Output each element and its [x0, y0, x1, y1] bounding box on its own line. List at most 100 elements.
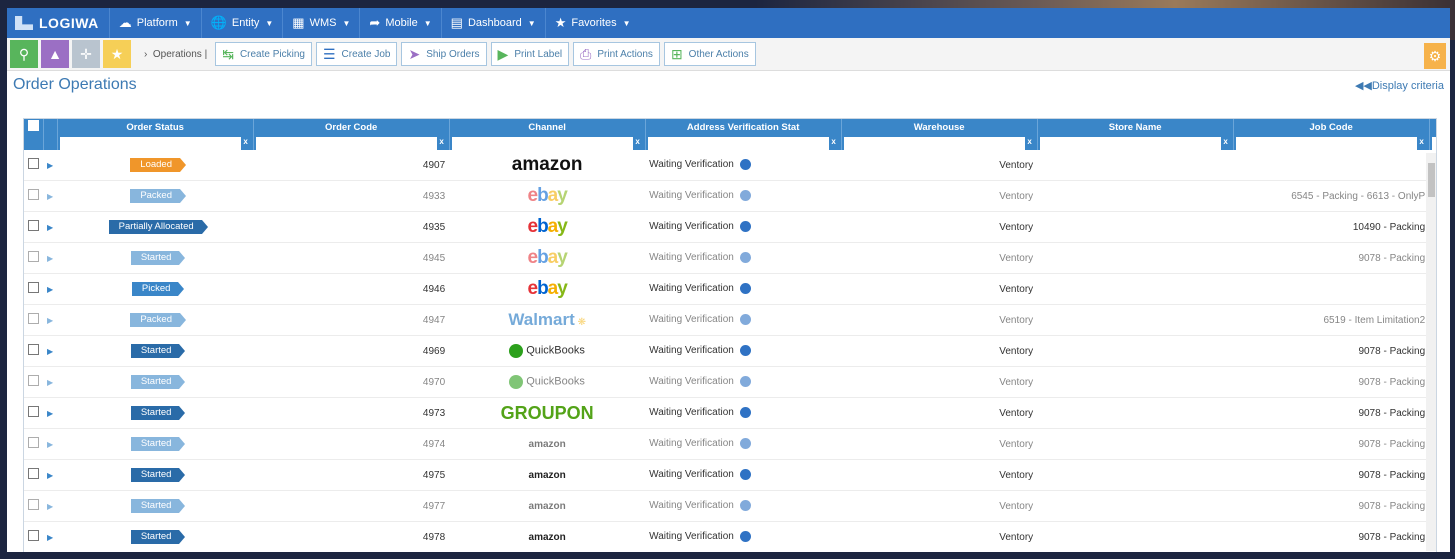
row-checkbox[interactable]	[28, 158, 39, 169]
table-row[interactable]: ▶ Started 4977 amazon Waiting Verification Ve…	[24, 490, 1436, 522]
ship-orders-button[interactable]: ➤ Ship Orders	[401, 42, 487, 66]
menu-label: WMS	[309, 17, 337, 29]
verification-text: Waiting Verification	[649, 314, 734, 326]
expand-row-icon[interactable]: ▶	[47, 378, 53, 387]
menu-platform[interactable]: ☁ Platform ▼	[108, 8, 201, 38]
expand-row-icon[interactable]: ▶	[47, 533, 53, 542]
expand-row-icon[interactable]: ▶	[47, 316, 53, 325]
menu-mobile[interactable]: ➦ Mobile ▼	[359, 8, 440, 38]
column-header[interactable]: Order Status	[57, 119, 254, 135]
table-row[interactable]: ▶ Loaded 4907 amazon Waiting Verification Ven…	[24, 150, 1436, 181]
favorite-button[interactable]: ★	[103, 40, 131, 68]
clear-filter-icon[interactable]: x	[1025, 137, 1035, 149]
row-checkbox[interactable]	[28, 344, 39, 355]
clear-filter-icon[interactable]: x	[1221, 137, 1231, 149]
expand-row-icon[interactable]: ▶	[47, 409, 53, 418]
warehouse-cell: Ventory	[841, 521, 1038, 552]
expand-row-icon[interactable]: ▶	[47, 347, 53, 356]
clear-filter-icon[interactable]: x	[241, 137, 251, 149]
table-row[interactable]: ▶ Partially Allocated 4935 ebay Waiting Veri…	[24, 211, 1436, 243]
filter-input[interactable]	[1235, 136, 1417, 151]
scrollbar-thumb[interactable]	[1428, 163, 1435, 197]
column-header[interactable]: Store Name	[1037, 119, 1234, 135]
row-checkbox[interactable]	[28, 468, 39, 479]
logo[interactable]: LOGIWA	[7, 15, 109, 31]
clear-filter-icon[interactable]: x	[437, 137, 447, 149]
table-row[interactable]: ▶ Started 4969 QuickBooks Waiting Verificat…	[24, 335, 1436, 367]
vertical-scrollbar[interactable]	[1426, 153, 1436, 551]
quickbooks-logo: QuickBooks	[526, 375, 585, 388]
row-checkbox[interactable]	[28, 251, 39, 262]
menu-entity[interactable]: 🌐 Entity ▼	[200, 8, 283, 38]
display-criteria-link[interactable]: ◀◀Display criteria	[1355, 79, 1444, 92]
table-row[interactable]: ▶ Started 4975 amazon Waiting Verification Ve…	[24, 459, 1436, 491]
move-button[interactable]: ✛	[72, 40, 100, 68]
expand-row-icon[interactable]: ▶	[47, 161, 53, 170]
clear-filter-icon[interactable]: x	[829, 137, 839, 149]
create-job-button[interactable]: ☰ Create Job	[315, 42, 398, 66]
column-header[interactable]: Job Code	[1233, 119, 1430, 135]
row-checkbox[interactable]	[28, 313, 39, 324]
row-checkbox[interactable]	[28, 530, 39, 541]
filter-input[interactable]	[1431, 136, 1436, 151]
chevron-down-icon: ▼	[342, 18, 351, 28]
table-row[interactable]: ▶ Started 4974 amazon Waiting Verification Ve…	[24, 428, 1436, 460]
row-checkbox[interactable]	[28, 282, 39, 293]
filter-input[interactable]	[1039, 136, 1221, 151]
menu-wms[interactable]: ▦ WMS ▼	[282, 8, 359, 38]
expand-row-icon[interactable]: ▶	[47, 192, 53, 201]
print-actions-button[interactable]: ⎙ Print Actions	[573, 42, 660, 66]
chevron-down-icon: ▼	[183, 18, 192, 28]
expand-row-icon[interactable]: ▶	[47, 502, 53, 511]
filter-input[interactable]	[59, 136, 241, 151]
row-checkbox[interactable]	[28, 406, 39, 417]
expand-row-icon[interactable]: ▶	[47, 254, 53, 263]
column-header[interactable]: Order Code	[253, 119, 450, 135]
settings-button[interactable]: ⚙	[1424, 43, 1446, 69]
row-checkbox[interactable]	[28, 189, 39, 200]
search-button[interactable]: ⚲	[10, 40, 38, 68]
table-row[interactable]: ▶ Picked 4946 ebay Waiting Verification Vento…	[24, 273, 1436, 305]
table-row[interactable]: ▶ Started 4973 GROUPON Waiting Verification V…	[24, 397, 1436, 429]
column-header[interactable]: Address Verification Stat	[645, 119, 842, 135]
channel-cell: amazon	[449, 521, 646, 552]
verification-status-dot	[739, 345, 751, 357]
menu-dashboard[interactable]: ▤ Dashboard ▼	[440, 8, 545, 38]
filter-input[interactable]	[255, 136, 437, 151]
job-code-cell: 6545 - Packing - 6613 - OnlyP	[1233, 180, 1430, 212]
action-label: Print Actions	[597, 48, 653, 60]
clear-filter-icon[interactable]: x	[633, 137, 643, 149]
chevron-down-icon: ▼	[622, 18, 631, 28]
filter-input[interactable]	[843, 136, 1025, 151]
create-picking-button[interactable]: ↹ Create Picking	[215, 42, 312, 66]
table-row[interactable]: ▶ Packed 4933 ebay Waiting Verification Vento…	[24, 180, 1436, 212]
expand-row-icon[interactable]: ▶	[47, 223, 53, 232]
print-label-button[interactable]: ▶ Print Label	[490, 42, 570, 66]
order-code-cell: 4946	[253, 273, 450, 305]
store-name-cell	[1037, 242, 1234, 274]
expand-row-icon[interactable]: ▶	[47, 471, 53, 480]
store-name-cell	[1037, 459, 1234, 491]
row-checkbox[interactable]	[28, 375, 39, 386]
column-header[interactable]: Warehouse	[841, 119, 1038, 135]
eraser-button[interactable]: ▲	[41, 40, 69, 68]
table-row[interactable]: ▶ Packed 4947 Walmart ❋ Waiting Verification…	[24, 304, 1436, 336]
menu-label: Dashboard	[467, 17, 522, 29]
column-header[interactable]: Channel	[449, 119, 646, 135]
select-all-checkbox[interactable]	[27, 120, 39, 131]
table-row[interactable]: ▶ Started 4970 QuickBooks Waiting Verificat…	[24, 366, 1436, 398]
clear-filter-icon[interactable]: x	[1417, 137, 1427, 149]
row-checkbox[interactable]	[28, 499, 39, 510]
filter-input[interactable]	[647, 136, 829, 151]
row-checkbox[interactable]	[28, 220, 39, 231]
expand-row-icon[interactable]: ▶	[47, 285, 53, 294]
row-checkbox[interactable]	[28, 437, 39, 448]
verification-text: Waiting Verification	[649, 438, 734, 450]
column-header[interactable]: Carrier	[1429, 119, 1436, 135]
menu-favorites[interactable]: ★ Favorites ▼	[544, 8, 640, 38]
other-actions-button[interactable]: ⊞ Other Actions	[663, 42, 756, 66]
filter-input[interactable]	[451, 136, 633, 151]
expand-row-icon[interactable]: ▶	[47, 440, 53, 449]
table-row[interactable]: ▶ Started 4978 amazon Waiting Verification Ve…	[24, 521, 1436, 552]
table-row[interactable]: ▶ Started 4945 ebay Waiting Verification Vent…	[24, 242, 1436, 274]
